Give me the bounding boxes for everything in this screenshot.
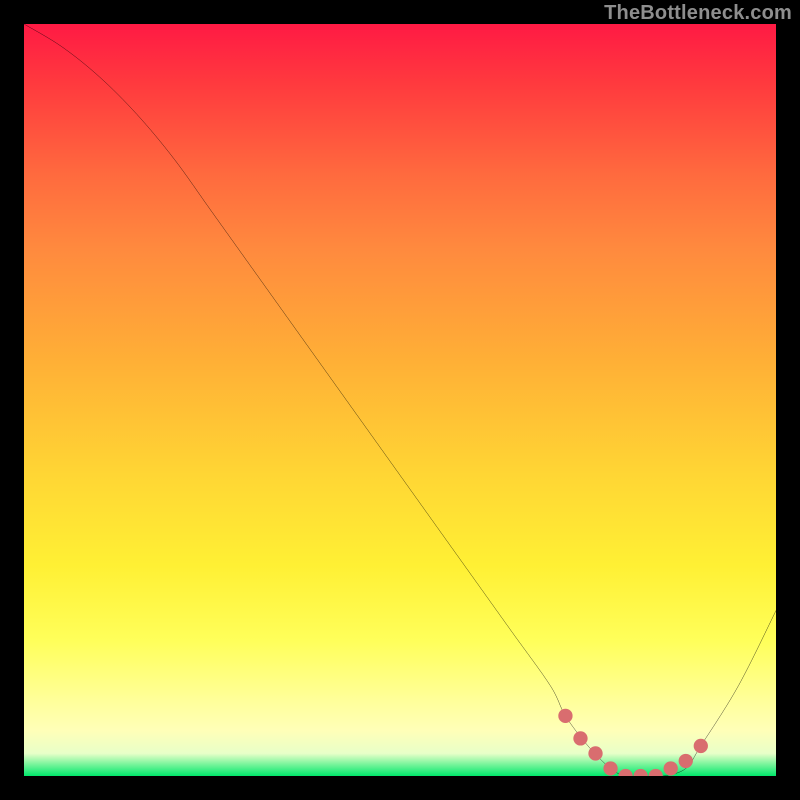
watermark-text: TheBottleneck.com xyxy=(604,2,792,25)
optimal-marker xyxy=(589,747,603,761)
optimal-marker xyxy=(649,769,663,776)
optimal-marker xyxy=(664,762,678,776)
optimal-marker xyxy=(574,732,588,746)
optimal-marker xyxy=(694,739,708,753)
curve-layer xyxy=(24,24,776,776)
optimal-marker xyxy=(619,769,633,776)
chart-container: TheBottleneck.com xyxy=(0,0,800,800)
plot-area xyxy=(24,24,776,776)
optimal-marker xyxy=(604,762,618,776)
optimal-marker xyxy=(634,769,648,776)
optimal-range-markers xyxy=(559,709,708,776)
optimal-marker xyxy=(679,754,693,768)
bottleneck-curve-path xyxy=(24,24,776,776)
optimal-marker xyxy=(559,709,573,723)
